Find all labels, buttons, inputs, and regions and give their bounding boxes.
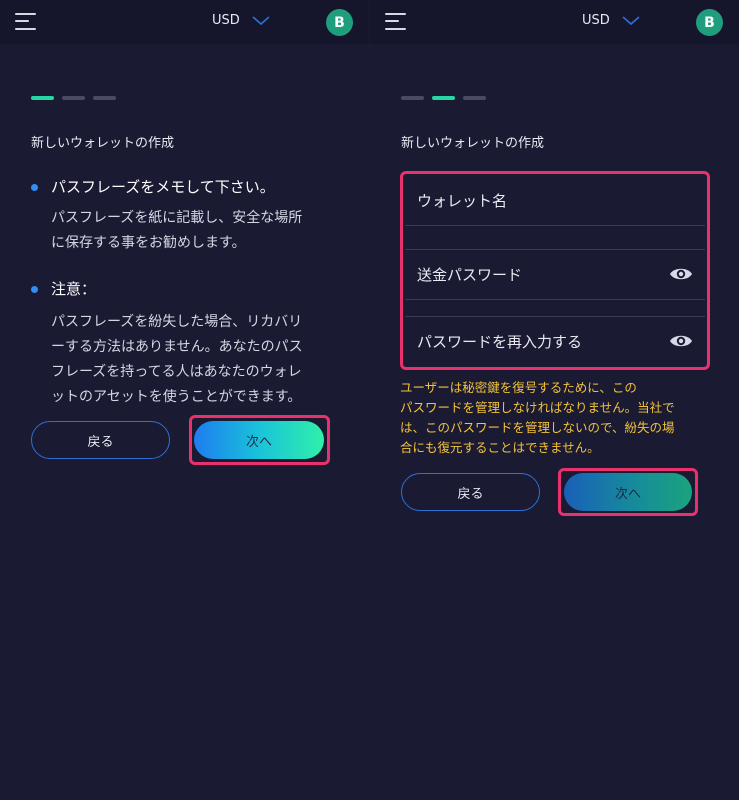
send-password-field[interactable]: 送金パスワード <box>405 250 705 300</box>
progress-step-2 <box>432 96 455 100</box>
currency-label: USD <box>582 13 610 28</box>
confirm-password-label: パスワードを再入力する <box>417 333 583 351</box>
bullet-body: パスフレーズを紙に記載し、安全な場所 に保存する事をお勧めします。 <box>51 206 341 256</box>
warning-line: パスワードを管理しなければなりません。当社で <box>400 400 675 415</box>
step-progress <box>31 96 116 100</box>
wallet-name-field[interactable]: ウォレット名 <box>405 176 705 226</box>
bullet-dot-icon <box>31 184 38 191</box>
send-password-underline <box>405 300 705 317</box>
step-progress <box>401 96 486 100</box>
eye-icon[interactable] <box>669 333 693 349</box>
progress-step-1 <box>31 96 54 100</box>
bullet-heading: 注意： <box>51 280 97 298</box>
bullet-body-line: ーする方法はありません。あなたのパス <box>51 339 303 355</box>
avatar[interactable]: B <box>696 9 723 36</box>
chevron-down-icon <box>622 15 640 25</box>
bullet-dot-icon <box>31 286 38 293</box>
next-button[interactable]: 次へ <box>194 421 324 459</box>
eye-icon[interactable] <box>669 266 693 282</box>
wallet-name-underline <box>405 226 705 250</box>
bullet-body-line: パスフレーズを紙に記載し、安全な場所 <box>51 210 303 226</box>
progress-step-3 <box>93 96 116 100</box>
password-warning-text: ユーザーは秘密鍵を復号するために、この パスワードを管理しなければなりません。当… <box>400 378 710 458</box>
send-password-label: 送金パスワード <box>417 266 523 284</box>
top-bar: USD B <box>370 0 739 44</box>
progress-step-2 <box>62 96 85 100</box>
top-bar: USD B <box>0 0 369 44</box>
confirm-password-field[interactable]: パスワードを再入力する <box>405 317 705 367</box>
page-title: 新しいウォレットの作成 <box>31 136 175 151</box>
warning-line: ユーザーは秘密鍵を復号するために、この <box>400 380 637 395</box>
warning-line: 合にも復元することはできません。 <box>400 440 600 455</box>
avatar[interactable]: B <box>326 9 353 36</box>
warning-line: は、このパスワードを管理しないので、紛失の場 <box>400 420 675 435</box>
hamburger-menu-icon[interactable] <box>15 12 37 32</box>
page-title: 新しいウォレットの作成 <box>401 136 545 151</box>
bullet-heading: パスフレーズをメモして下さい。 <box>51 178 275 196</box>
back-button[interactable]: 戻る <box>31 421 170 459</box>
wallet-name-label: ウォレット名 <box>417 192 508 210</box>
bullet-body: パスフレーズを紛失した場合、リカバリ ーする方法はありません。あなたのパス フレ… <box>51 310 341 410</box>
bullet-body-line: ットのアセットを使うことができます。 <box>51 389 302 405</box>
progress-step-1 <box>401 96 424 100</box>
chevron-down-icon <box>252 15 270 25</box>
bullet-memo: パスフレーズをメモして下さい。 <box>31 176 275 198</box>
bullet-body-line: に保存する事をお勧めします。 <box>51 235 246 251</box>
currency-label: USD <box>212 13 240 28</box>
next-button[interactable]: 次へ <box>564 473 692 511</box>
bullet-body-line: パスフレーズを紛失した場合、リカバリ <box>51 314 303 330</box>
bullet-caution: 注意： <box>31 278 96 300</box>
currency-selector[interactable]: USD <box>212 13 270 28</box>
back-button[interactable]: 戻る <box>401 473 540 511</box>
progress-step-3 <box>463 96 486 100</box>
create-wallet-step-1-panel: USD B 新しいウォレットの作成 パスフレーズをメモして下さい。 パスフレーズ… <box>0 0 369 800</box>
bullet-body-line: フレーズを持ってる人はあなたのウォレ <box>51 364 302 380</box>
hamburger-menu-icon[interactable] <box>385 12 407 32</box>
currency-selector[interactable]: USD <box>582 13 640 28</box>
